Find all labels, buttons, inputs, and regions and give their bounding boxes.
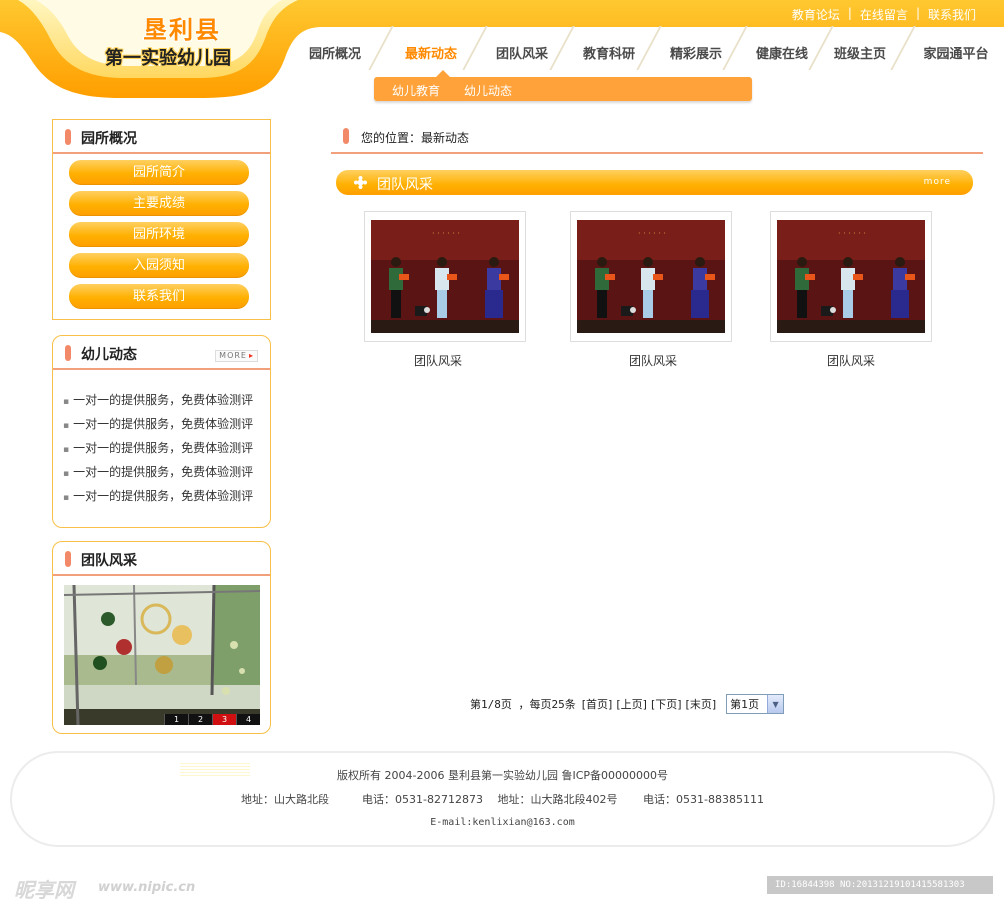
- section-title: 团队风采: [377, 177, 433, 193]
- pagination-info: 第1/8页 ，每页25条: [470, 698, 576, 711]
- page-select[interactable]: 第1页 ▼: [726, 694, 785, 714]
- more-link[interactable]: more: [924, 177, 951, 187]
- watermark-logo: 昵享网: [14, 878, 74, 902]
- site-footer: 版权所有 2004-2006 垦利县第一实验幼儿园 鲁ICP备00000000号…: [10, 751, 995, 847]
- toplink-forum[interactable]: 教育论坛: [784, 6, 848, 23]
- header-marker: [65, 345, 71, 361]
- team-slideshow[interactable]: 1 2 3 4: [64, 585, 260, 725]
- nav-item-home-school[interactable]: 家园通平台: [910, 42, 1002, 68]
- sidebar-item-intro[interactable]: 园所简介: [69, 160, 249, 185]
- sidebar-news-box: 幼儿动态 MORE 一对一的提供服务，免费体验测评 一对一的提供服务，免费体验测…: [52, 335, 271, 528]
- chevron-down-icon[interactable]: ▼: [767, 695, 784, 713]
- subnav-item-news[interactable]: 幼儿动态: [464, 82, 512, 99]
- first-page-link[interactable]: [首页]: [582, 696, 613, 712]
- photo-thumbnail[interactable]: · · · · · ·: [364, 211, 526, 342]
- page-select-value: 第1页: [730, 698, 760, 711]
- site-header: 垦利县 第一实验幼儿园 教育论坛 | 在线留言 | 联系我们 园所概况 最新动态…: [0, 0, 1004, 110]
- logo-school-name: 第一实验幼儿园: [105, 48, 231, 69]
- breadcrumb: 您的位置：最新动态: [331, 125, 983, 154]
- list-item[interactable]: 一对一的提供服务，免费体验测评: [63, 391, 253, 408]
- header-marker: [65, 129, 71, 145]
- slide-button-2[interactable]: 2: [188, 714, 212, 725]
- photo-caption[interactable]: 团队风采: [770, 352, 932, 369]
- nav-item-latest-news[interactable]: 最新动态: [388, 42, 474, 68]
- footer-copyright: 版权所有 2004-2006 垦利县第一实验幼儿园 鲁ICP备00000000号: [337, 769, 668, 782]
- classroom-photo: [64, 585, 260, 725]
- photo-caption[interactable]: 团队风采: [572, 352, 734, 369]
- sidebar-item-contact[interactable]: 联系我们: [69, 284, 249, 309]
- svg-text:· · · · · ·: · · · · · ·: [838, 229, 866, 238]
- footer-email: E-mail:kenlixian@163.com: [430, 817, 575, 828]
- watermark-url: www.nipic.cn: [98, 880, 196, 895]
- subnav-item-education[interactable]: 幼儿教育: [392, 82, 440, 99]
- svg-text:· · · · · ·: · · · · · ·: [432, 229, 460, 238]
- section-header: 团队风采 more: [336, 170, 973, 195]
- header-marker: [343, 128, 349, 144]
- list-item[interactable]: 一对一的提供服务，免费体验测评: [63, 439, 253, 456]
- list-item[interactable]: 一对一的提供服务，免费体验测评: [63, 415, 253, 432]
- box-header: 团队风采: [53, 542, 270, 576]
- list-item[interactable]: 一对一的提供服务，免费体验测评: [63, 487, 253, 504]
- toplink-message[interactable]: 在线留言: [852, 6, 916, 23]
- flower-icon: [354, 176, 367, 189]
- box-header: 园所概况: [53, 120, 270, 154]
- photo-caption[interactable]: 团队风采: [357, 352, 519, 369]
- stage-photo: · · · · · ·: [371, 220, 519, 333]
- logo-county: 垦利县: [143, 15, 221, 44]
- svg-text:· · · · · ·: · · · · · ·: [638, 229, 666, 238]
- slide-button-3[interactable]: 3: [212, 714, 236, 725]
- next-page-link[interactable]: [下页]: [651, 696, 682, 712]
- pagination: 第1/8页 ，每页25条 [首页] [上页] [下页] [末页] 第1页 ▼: [470, 694, 785, 714]
- more-link[interactable]: MORE: [215, 350, 258, 362]
- header-marker: [65, 551, 71, 567]
- slide-indicators: 1 2 3 4: [164, 714, 260, 725]
- nav-item-class[interactable]: 班级主页: [828, 42, 892, 68]
- sub-nav: 幼儿教育 幼儿动态: [374, 70, 752, 101]
- sidebar-item-achievements[interactable]: 主要成绩: [69, 191, 249, 216]
- prev-page-link[interactable]: [上页]: [616, 696, 647, 712]
- box-title: 团队风采: [81, 553, 137, 569]
- photo-thumbnail[interactable]: · · · · · ·: [570, 211, 732, 342]
- nav-item-team[interactable]: 团队风采: [482, 42, 562, 68]
- sidebar-team-box: 团队风采 1 2 3 4: [52, 541, 271, 734]
- subnav-pointer: [436, 70, 450, 77]
- stage-photo: · · · · · ·: [577, 220, 725, 333]
- sidebar-item-environment[interactable]: 园所环境: [69, 222, 249, 247]
- watermark-id: ID:16844398 NO:20131219101415581303: [767, 876, 993, 894]
- box-header: 幼儿动态 MORE: [53, 336, 270, 370]
- nav-item-overview[interactable]: 园所概况: [296, 42, 374, 68]
- top-links: 教育论坛 | 在线留言 | 联系我们: [784, 6, 984, 23]
- slide-button-1[interactable]: 1: [164, 714, 188, 725]
- breadcrumb-text: 您的位置：最新动态: [361, 131, 470, 145]
- box-title: 幼儿动态: [81, 347, 137, 363]
- slide-button-4[interactable]: 4: [236, 714, 260, 725]
- photo-thumbnail[interactable]: · · · · · ·: [770, 211, 932, 342]
- box-title: 园所概况: [81, 131, 137, 147]
- footer-address: 地址：山大路北段 电话：0531-82712873 地址：山大路北段402号 电…: [241, 793, 764, 806]
- main-nav: 园所概况 最新动态 团队风采 教育科研 精彩展示 健康在线 班级主页 家园通平台: [296, 26, 1004, 70]
- list-item[interactable]: 一对一的提供服务，免费体验测评: [63, 463, 253, 480]
- toplink-contact[interactable]: 联系我们: [920, 6, 984, 23]
- nav-item-research[interactable]: 教育科研: [569, 42, 649, 68]
- stage-photo: · · · · · ·: [777, 220, 925, 333]
- sidebar-item-admission[interactable]: 入园须知: [69, 253, 249, 278]
- last-page-link[interactable]: [末页]: [686, 696, 717, 712]
- sidebar-overview-box: 园所概况 园所简介 主要成绩 园所环境 入园须知 联系我们: [52, 119, 271, 320]
